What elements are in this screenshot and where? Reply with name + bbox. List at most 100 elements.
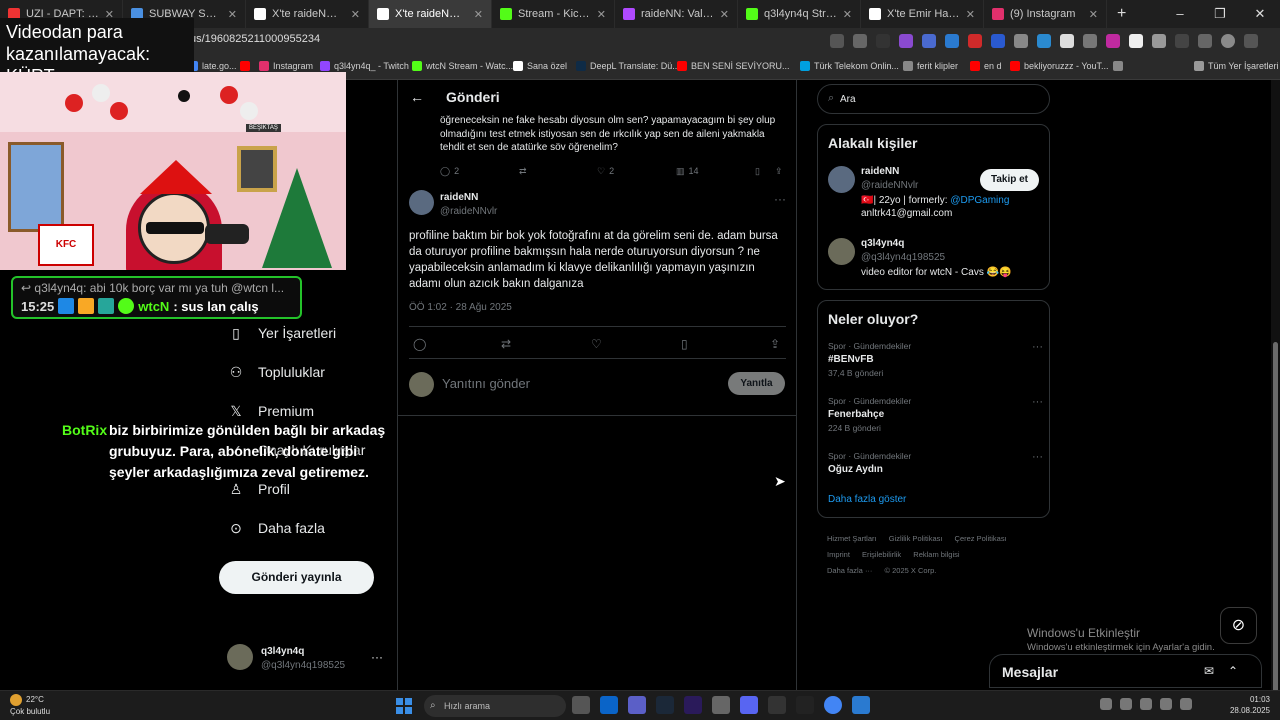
back-arrow-icon[interactable]: ← <box>410 89 424 105</box>
close-tab-icon[interactable]: ✕ <box>474 8 483 21</box>
url-field[interactable]: us/1960825211000955234 <box>190 33 320 45</box>
person-name[interactable]: q3l4yn4q <box>861 238 904 249</box>
browser-tab[interactable]: X'te raideNN: "@q3l4 ✕ <box>369 0 492 28</box>
extension-icon[interactable] <box>1037 34 1051 48</box>
epic-games-icon[interactable] <box>796 696 814 714</box>
footer-link[interactable]: Hizmet Şartları <box>827 534 877 543</box>
browser-tab[interactable]: Stream - Kick Dashbo ✕ <box>492 0 615 28</box>
extension-icon[interactable] <box>922 34 936 48</box>
bookmark-icon[interactable]: ▯ <box>681 337 688 351</box>
network-icon[interactable] <box>1160 698 1172 710</box>
trend-item[interactable]: Spor · Gündemdekiler Oğuz Aydın ··· <box>828 451 1043 475</box>
search-input[interactable]: ⌕ Ara <box>817 84 1050 114</box>
extension-icon[interactable] <box>945 34 959 48</box>
extension-icon[interactable] <box>1014 34 1028 48</box>
post-button[interactable]: Gönderi yayınla <box>219 561 374 594</box>
browser-tab[interactable]: X'te raideNN: "@q3l4 ✕ <box>246 0 369 28</box>
share-action[interactable]: ⇪ <box>775 166 783 177</box>
footer-link[interactable]: Daha fazla ··· <box>827 566 872 575</box>
bookmark-item[interactable]: en d <box>970 61 1002 71</box>
more-icon[interactable]: ··· <box>371 650 383 664</box>
windows-start-icon[interactable] <box>396 698 412 714</box>
bookmark-item[interactable]: wtcN Stream - Watc... <box>412 61 513 71</box>
close-tab-icon[interactable]: ✕ <box>966 8 975 21</box>
nav-item-premium[interactable]: 𝕏 Premium <box>228 403 314 420</box>
file-explorer-icon[interactable] <box>572 696 590 714</box>
discord-icon[interactable] <box>740 696 758 714</box>
bookmark-item[interactable]: Sana özel <box>513 61 567 71</box>
tray-icon[interactable] <box>1120 698 1132 710</box>
more-icon[interactable]: ··· <box>1032 451 1043 463</box>
premiere-icon[interactable] <box>684 696 702 714</box>
reply-button[interactable]: Yanıtla <box>728 372 785 395</box>
avatar[interactable] <box>828 166 855 193</box>
browser-tab[interactable]: q3l4yn4q Stream - W ✕ <box>738 0 861 28</box>
footer-link[interactable]: Çerez Politikası <box>955 534 1007 543</box>
install-app-icon[interactable] <box>830 34 844 48</box>
more-icon[interactable]: ··· <box>774 192 786 206</box>
weather-widget[interactable]: 22°C Çok bulutlu <box>10 694 50 717</box>
close-window-button[interactable]: ✕ <box>1240 0 1280 28</box>
footer-link[interactable]: Reklam bilgisi <box>913 550 959 559</box>
browser-tab[interactable]: X'te Emir Haspolat: " ✕ <box>861 0 984 28</box>
bookmark-item[interactable] <box>1113 61 1127 71</box>
browser-tab[interactable]: raideNN: Valorant Pl ✕ <box>615 0 738 28</box>
new-message-icon[interactable]: ✉ <box>1204 664 1214 678</box>
sidebar-icon[interactable] <box>1175 34 1189 48</box>
maximize-button[interactable]: ❐ <box>1200 0 1240 28</box>
follow-button[interactable]: Takip et <box>980 169 1039 191</box>
extension-icon[interactable] <box>1060 34 1074 48</box>
person-name[interactable]: raideNN <box>861 166 899 177</box>
footer-link[interactable]: Imprint <box>827 550 850 559</box>
account-switcher[interactable]: q3l4yn4q @q3l4yn4q198525 ··· <box>227 644 387 674</box>
profile-avatar-icon[interactable] <box>1221 34 1235 48</box>
teams-icon[interactable] <box>628 696 646 714</box>
reply-action[interactable]: ◯ 2 <box>440 166 459 177</box>
extension-icon[interactable] <box>899 34 913 48</box>
tweet-timestamp[interactable]: ÖÖ 1:02 · 28 Ağu 2025 <box>409 302 512 313</box>
more-icon[interactable]: ··· <box>1032 396 1043 408</box>
taskbar-clock[interactable]: 01:03 28.08.2025 <box>1228 694 1270 716</box>
trend-item[interactable]: Spor · Gündemdekiler Fenerbahçe 224 B gö… <box>828 396 1043 433</box>
extension-icon[interactable] <box>1129 34 1143 48</box>
bookmark-action[interactable]: ▯ <box>755 166 760 177</box>
views-action[interactable]: ▥ 14 <box>676 166 699 177</box>
close-tab-icon[interactable]: ✕ <box>597 8 606 21</box>
app-icon[interactable] <box>852 696 870 714</box>
bookmark-item[interactable] <box>240 61 254 71</box>
nav-item-topluluklar[interactable]: ⚇ Topluluklar <box>228 364 325 381</box>
bookmark-item[interactable]: Instagram <box>259 61 313 71</box>
nav-item-profil[interactable]: ♙ Profil <box>228 481 290 498</box>
repost-action[interactable]: ⇄ <box>519 166 527 177</box>
trend-item[interactable]: Spor · Gündemdekiler #BENvFB 37,4 B gönd… <box>828 341 1043 378</box>
extension-icon[interactable] <box>876 34 890 48</box>
bookmark-item[interactable]: q3l4yn4q_ - Twitch <box>320 61 409 71</box>
show-more-link[interactable]: Daha fazla göster <box>828 494 906 505</box>
extension-icon[interactable] <box>991 34 1005 48</box>
puzzle-icon[interactable] <box>1152 34 1166 48</box>
minimize-button[interactable]: – <box>1160 0 1200 28</box>
app-icon[interactable] <box>768 696 786 714</box>
extension-icon[interactable] <box>1106 34 1120 48</box>
new-tab-button[interactable]: + <box>1107 5 1136 23</box>
reply-input[interactable]: Yanıtını gönder <box>442 376 530 391</box>
outlook-icon[interactable] <box>600 696 618 714</box>
extension-icon[interactable] <box>1083 34 1097 48</box>
all-bookmarks-folder[interactable]: Tüm Yer İşaretleri <box>1194 61 1279 71</box>
star-bookmark-icon[interactable] <box>853 34 867 48</box>
settings-icon[interactable] <box>712 696 730 714</box>
footer-link[interactable]: Erişilebilirlik <box>862 550 901 559</box>
browser-tab[interactable]: (9) Instagram ✕ <box>984 0 1107 28</box>
more-icon[interactable]: ··· <box>1032 341 1043 353</box>
extension-icon[interactable] <box>968 34 982 48</box>
like-action[interactable]: ♡ 2 <box>597 166 614 177</box>
scrollbar-thumb[interactable] <box>1273 342 1278 720</box>
taskbar-search[interactable]: ⌕ Hızlı arama <box>424 695 566 717</box>
footer-link[interactable]: Gizlilik Politikası <box>889 534 943 543</box>
close-tab-icon[interactable]: ✕ <box>843 8 852 21</box>
close-tab-icon[interactable]: ✕ <box>720 8 729 21</box>
avatar[interactable] <box>828 238 855 265</box>
close-tab-icon[interactable]: ✕ <box>1089 8 1098 21</box>
volume-icon[interactable] <box>1180 698 1192 710</box>
chrome-icon[interactable] <box>824 696 842 714</box>
